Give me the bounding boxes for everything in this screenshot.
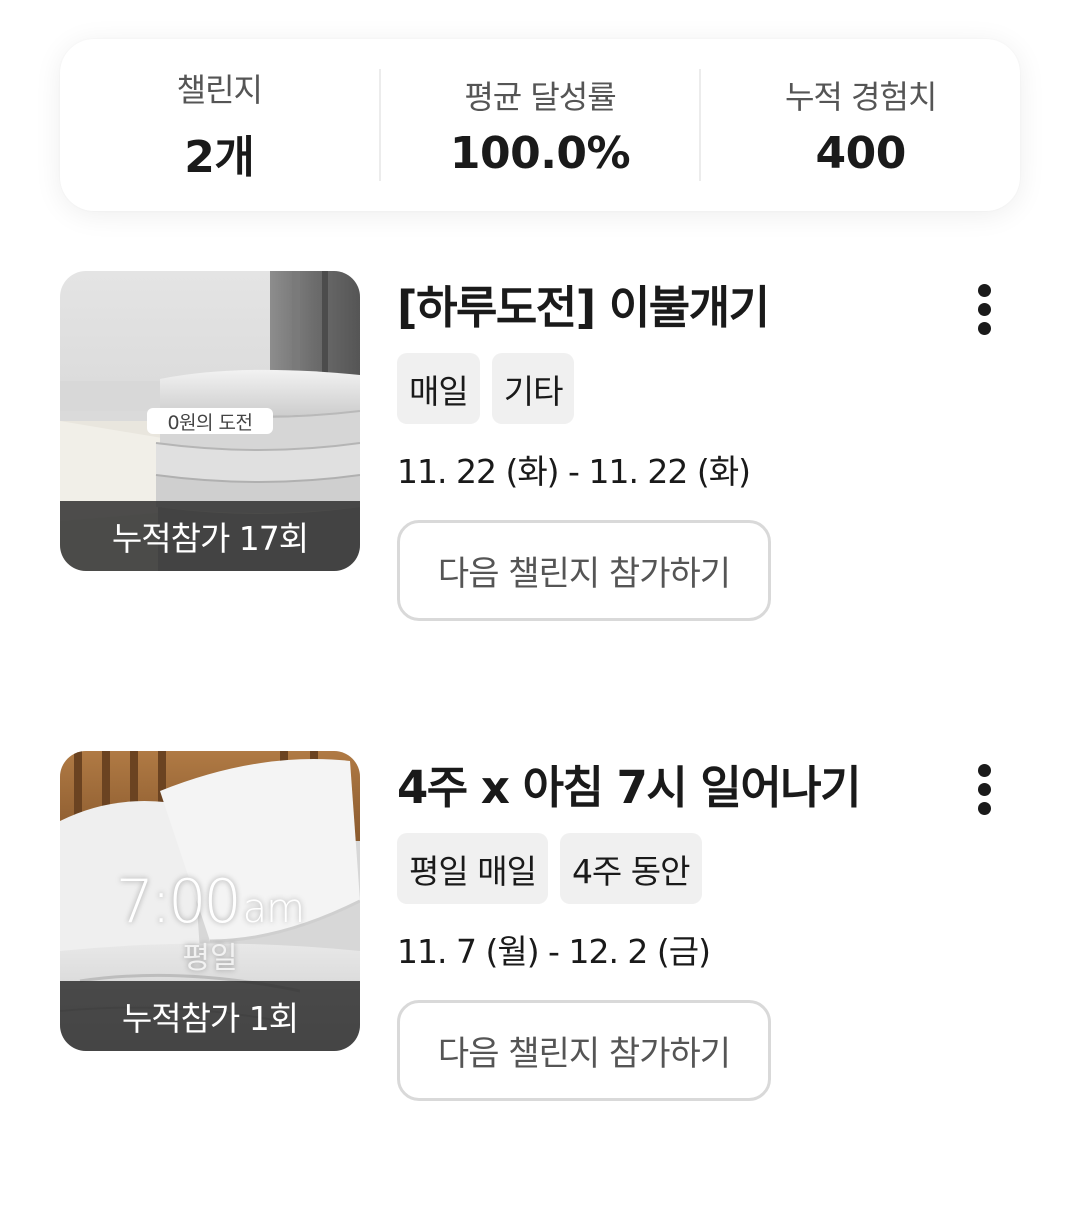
dot [977, 801, 991, 815]
alarm-ampm: am [242, 886, 305, 932]
alarm-days: 평일 [182, 941, 238, 976]
challenge-item: 7:00 am 평일 누적참가 1회 4주 x 아침 7시 일어나기 평일 매일 … [60, 751, 1020, 1101]
stat-label: 평균 달성률 [464, 77, 616, 116]
join-next-challenge-button[interactable]: 다음 챌린지 참가하기 [397, 1000, 771, 1101]
stat-value: 400 [815, 127, 907, 179]
challenge-thumbnail[interactable]: 0원의 도전 누적참가 17회 [60, 271, 360, 571]
category-tag: 기타 [491, 353, 575, 424]
alarm-time: 7:00 am [60, 869, 360, 942]
dot [977, 763, 991, 777]
free-challenge-badge: 0원의 도전 [147, 408, 273, 434]
duration-tag: 4주 동안 [559, 833, 702, 904]
challenge-thumbnail[interactable]: 7:00 am 평일 누적참가 1회 [60, 751, 360, 1051]
alarm-time-overlay: 7:00 am 평일 [60, 869, 360, 976]
alarm-time-value: 7:00 [115, 867, 242, 937]
stat-value: 2개 [184, 132, 255, 183]
challenge-info: 4주 x 아침 7시 일어나기 평일 매일 4주 동안 11. 7 (월) - … [397, 751, 957, 1101]
challenge-title[interactable]: 4주 x 아침 7시 일어나기 [397, 753, 957, 823]
challenge-tags: 매일 기타 [397, 353, 957, 424]
dot [977, 283, 991, 297]
dot [977, 782, 991, 796]
participation-count: 누적참가 1회 [60, 981, 360, 1051]
stat-average-rate: 평균 달성률 100.0% [381, 39, 700, 211]
frequency-tag: 매일 [397, 353, 480, 424]
challenge-title[interactable]: [하루도전] 이불개기 [397, 273, 957, 343]
dot [977, 321, 991, 335]
stat-label: 챌린지 [176, 71, 263, 109]
challenge-tags: 평일 매일 4주 동안 [397, 833, 957, 904]
frequency-tag: 평일 매일 [397, 833, 548, 904]
participation-count: 누적참가 17회 [60, 501, 360, 571]
more-vertical-icon[interactable] [964, 279, 1004, 339]
challenge-date-range: 11. 22 (화) - 11. 22 (화) [397, 452, 751, 491]
stats-summary-card: 챌린지 2개 평균 달성률 100.0% 누적 경험치 400 [60, 39, 1020, 211]
dot [977, 302, 991, 316]
stat-experience: 누적 경험치 400 [701, 39, 1020, 211]
stat-label: 누적 경험치 [784, 77, 937, 116]
challenge-date-range: 11. 7 (월) - 12. 2 (금) [397, 932, 711, 971]
stat-challenges: 챌린지 2개 [60, 39, 379, 211]
more-vertical-icon[interactable] [964, 759, 1004, 819]
join-next-challenge-button[interactable]: 다음 챌린지 참가하기 [397, 520, 771, 621]
stat-value: 100.0% [449, 127, 631, 179]
challenge-item: 0원의 도전 누적참가 17회 [하루도전] 이불개기 매일 기타 11. 22… [60, 271, 1020, 621]
challenge-history-page: 챌린지 2개 평균 달성률 100.0% 누적 경험치 400 0원의 도전 누… [0, 0, 1080, 1225]
challenge-info: [하루도전] 이불개기 매일 기타 11. 22 (화) - 11. 22 (화… [397, 271, 957, 621]
